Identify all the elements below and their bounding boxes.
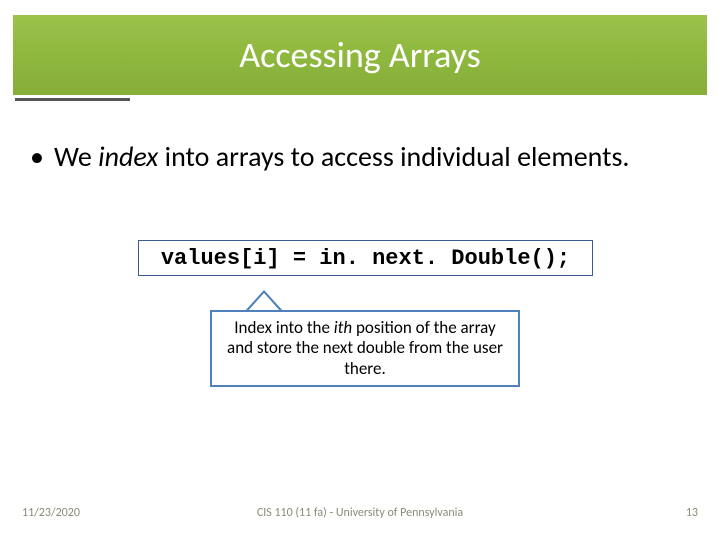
callout: Index into the ith position of the array…	[210, 290, 520, 387]
bullet-marker: •	[30, 140, 44, 174]
callout-text: Index into the ith position of the array…	[210, 310, 520, 387]
title-bar: Accessing Arrays	[13, 15, 707, 95]
slide: Accessing Arrays • We index into arrays …	[0, 0, 720, 540]
bullet-post: into arrays to access individual element…	[158, 139, 629, 174]
title-underline	[15, 98, 130, 101]
slide-title: Accessing Arrays	[239, 33, 480, 77]
bullet-em: index	[98, 139, 158, 174]
callout-em: ith	[334, 317, 352, 338]
callout-pre: Index into the	[234, 317, 334, 338]
code-snippet: values[i] = in. next. Double();	[138, 240, 593, 276]
callout-arrow-icon	[244, 290, 284, 312]
footer-center: CIS 110 (11 fa) - University of Pennsylv…	[0, 506, 720, 520]
bullet-item: • We index into arrays to access individ…	[30, 140, 670, 174]
bullet-text: We index into arrays to access individua…	[54, 140, 670, 174]
bullet-pre: We	[54, 139, 98, 174]
footer-page-number: 13	[686, 506, 698, 520]
